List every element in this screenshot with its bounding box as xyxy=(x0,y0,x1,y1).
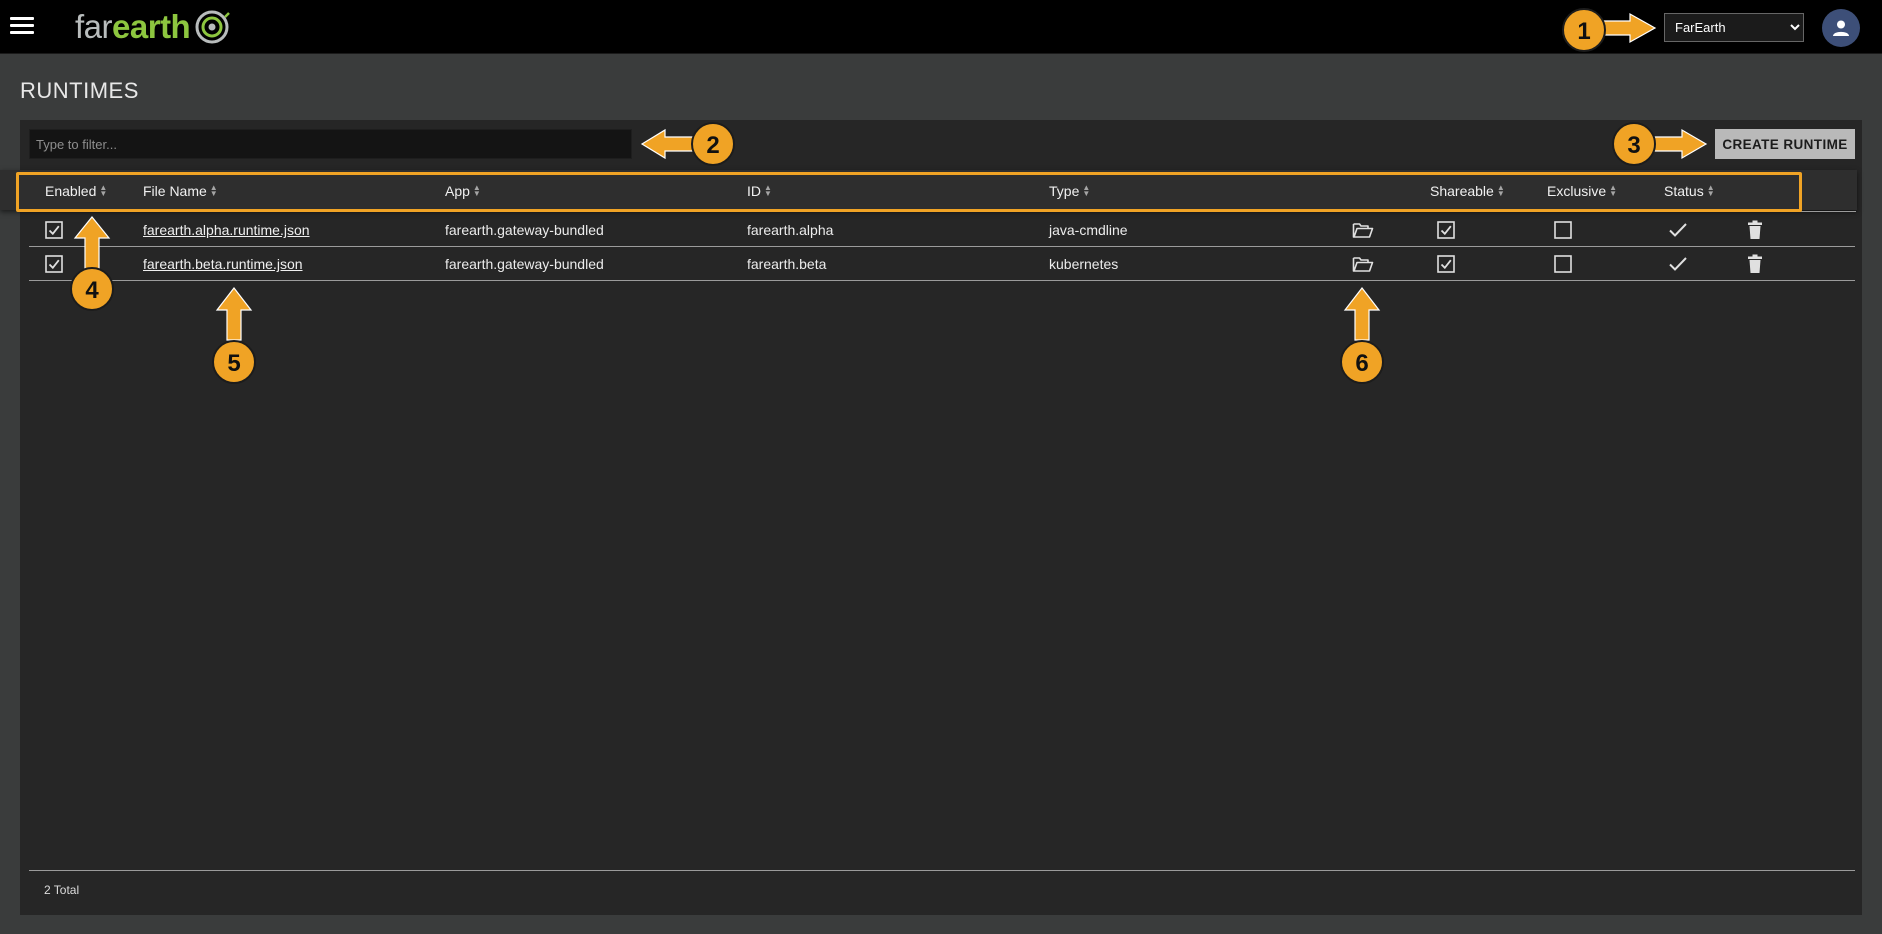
create-runtime-button[interactable]: CREATE RUNTIME xyxy=(1715,129,1855,159)
file-name-link[interactable]: farearth.alpha.runtime.json xyxy=(143,222,310,238)
hamburger-menu-icon[interactable] xyxy=(10,17,34,37)
delete-trash-icon[interactable] xyxy=(1747,220,1763,240)
id-cell: farearth.alpha xyxy=(747,222,834,238)
total-count: 2 Total xyxy=(44,883,80,897)
footer-divider xyxy=(29,870,1855,871)
status-ok-checkmark-icon xyxy=(1669,223,1687,237)
app-logo[interactable]: far earth xyxy=(75,5,231,49)
id-cell: farearth.beta xyxy=(747,256,827,272)
app-cell: farearth.gateway-bundled xyxy=(445,222,604,238)
folder-open-icon[interactable] xyxy=(1352,255,1374,273)
logo-swirl-icon xyxy=(195,10,231,44)
runtimes-panel: CREATE RUNTIME Enabled▲▼ File Name▲▼ App… xyxy=(0,120,1862,915)
status-ok-checkmark-icon xyxy=(1669,257,1687,271)
top-bar: far earth FarEarth xyxy=(0,0,1882,54)
page-title: RUNTIMES xyxy=(20,78,139,103)
file-name-link[interactable]: farearth.beta.runtime.json xyxy=(143,256,303,272)
enabled-checkbox-checked-icon[interactable] xyxy=(45,255,63,273)
column-header-highlight-box xyxy=(16,172,1802,212)
type-cell: kubernetes xyxy=(1049,256,1119,272)
delete-trash-icon[interactable] xyxy=(1747,254,1763,274)
folder-open-icon[interactable] xyxy=(1352,221,1374,239)
logo-text-earth: earth xyxy=(112,8,191,45)
exclusive-checkbox-unchecked-icon[interactable] xyxy=(1554,255,1572,273)
shareable-checkbox-checked-icon[interactable] xyxy=(1437,221,1455,239)
user-avatar[interactable] xyxy=(1822,9,1860,47)
table-row: farearth.beta.runtime.json farearth.gate… xyxy=(29,247,1855,281)
app-cell: farearth.gateway-bundled xyxy=(445,256,604,272)
shareable-checkbox-checked-icon[interactable] xyxy=(1437,255,1455,273)
filter-input[interactable] xyxy=(29,129,632,159)
exclusive-checkbox-unchecked-icon[interactable] xyxy=(1554,221,1572,239)
type-cell: java-cmdline xyxy=(1049,222,1128,238)
user-icon xyxy=(1833,20,1849,36)
table-row: farearth.alpha.runtime.json farearth.gat… xyxy=(29,213,1855,247)
header-divider xyxy=(1800,211,1856,212)
logo-text-far: far xyxy=(75,8,113,45)
tenant-select[interactable]: FarEarth xyxy=(1664,13,1804,42)
enabled-checkbox-checked-icon[interactable] xyxy=(45,221,63,239)
